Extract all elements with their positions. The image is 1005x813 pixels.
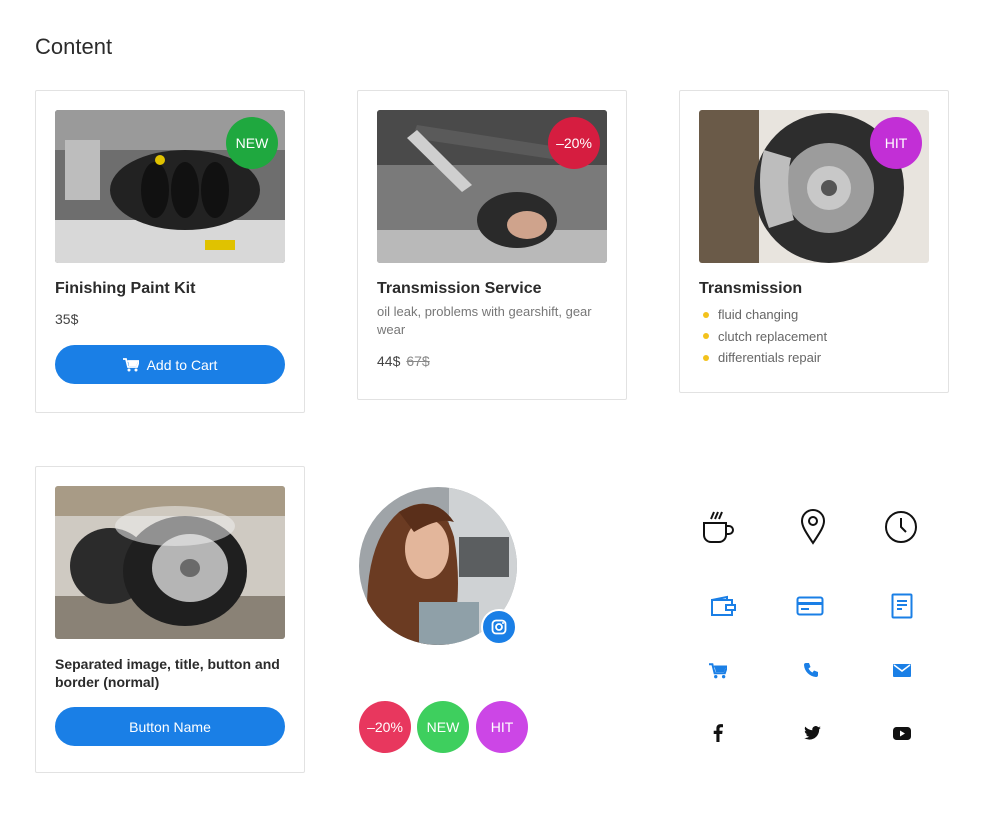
list-item: clutch replacement <box>699 326 827 348</box>
hit-badge: HIT <box>870 117 922 169</box>
card-description: oil leak, problems with gearshift, gear … <box>377 304 592 337</box>
cart-icon <box>122 357 139 372</box>
list-item-text: fluid changing <box>718 307 799 323</box>
add-to-cart-button[interactable]: Add to Cart <box>55 345 285 384</box>
credit-card-icon <box>794 592 826 620</box>
add-to-cart-label: Add to Cart <box>146 356 218 373</box>
card-title: Transmission <box>699 280 803 297</box>
list-item-text: differentials repair <box>718 350 822 366</box>
sale-badge: –20% <box>359 701 411 753</box>
product-card-transmission-service: –20% Transmission Service oil leak, prob… <box>357 90 627 400</box>
instagram-icon[interactable] <box>481 609 517 645</box>
list-item: fluid changing <box>699 304 827 326</box>
button-name-button[interactable]: Button Name <box>55 707 285 746</box>
new-badge: NEW <box>226 117 278 169</box>
receipt-icon <box>888 592 916 620</box>
product-card-transmission: HIT Transmission fluid changing clutch r… <box>679 90 949 393</box>
wallet-icon <box>707 592 739 620</box>
tire-image[interactable] <box>55 486 285 639</box>
brake-disc-image[interactable]: HIT <box>699 110 929 263</box>
product-card-paint-kit: NEW Finishing Paint Kit 35$ Add to Cart <box>35 90 305 413</box>
card-title: Finishing Paint Kit <box>55 280 196 297</box>
clock-icon <box>883 509 919 545</box>
coffee-icon <box>699 509 737 547</box>
bullet-icon <box>703 311 709 318</box>
price-group: 44$ 67$ <box>377 353 430 369</box>
bullet-icon <box>703 354 709 361</box>
cart-icon <box>708 662 728 680</box>
bullet-icon <box>703 333 709 340</box>
mail-icon <box>891 661 913 679</box>
facebook-icon[interactable] <box>710 723 726 743</box>
card-title: Transmission Service <box>377 280 542 297</box>
wrench-image[interactable]: –20% <box>377 110 607 263</box>
youtube-icon[interactable] <box>891 724 913 742</box>
sale-badge: –20% <box>548 117 600 169</box>
hit-badge: HIT <box>476 701 528 753</box>
page-title: Content <box>35 34 113 59</box>
price: 35$ <box>55 311 79 327</box>
location-pin-icon <box>795 509 831 545</box>
list-item: differentials repair <box>699 347 827 369</box>
product-card-tire: Separated image, title, button and borde… <box>35 466 305 773</box>
twitter-icon[interactable] <box>802 724 822 742</box>
phone-icon <box>801 660 821 680</box>
list-item-text: clutch replacement <box>718 328 828 344</box>
new-badge: NEW <box>417 701 469 753</box>
feature-list: fluid changing clutch replacement differ… <box>699 304 827 369</box>
card-title: Separated image, title, button and borde… <box>55 656 280 690</box>
old-price: 67$ <box>406 353 430 369</box>
engine-image[interactable]: NEW <box>55 110 285 263</box>
price: 44$ <box>377 353 401 369</box>
